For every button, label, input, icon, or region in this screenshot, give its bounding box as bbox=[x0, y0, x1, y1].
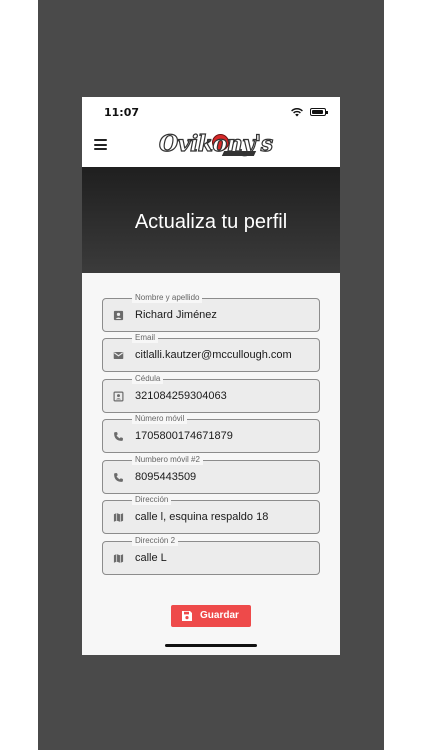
cedula-field[interactable]: Cédula bbox=[102, 374, 320, 413]
mobile-number-input[interactable] bbox=[135, 430, 317, 442]
status-icons bbox=[290, 107, 328, 117]
app-bar: Ovikony's bbox=[82, 123, 340, 167]
mobile-number-2-field-label: Numbero móvil #2 bbox=[132, 455, 203, 465]
page-title: Actualiza tu perfil bbox=[134, 211, 288, 233]
name-field-label: Nombre y apellido bbox=[132, 293, 203, 303]
address-2-input[interactable] bbox=[135, 552, 317, 564]
mail-icon bbox=[113, 352, 124, 359]
save-button-label: Guardar bbox=[200, 610, 239, 621]
phone-icon bbox=[114, 432, 123, 441]
save-button[interactable]: Guardar bbox=[171, 605, 251, 627]
profile-form: Nombre y apellido Email Cédula bbox=[82, 273, 340, 655]
status-time: 11:07 bbox=[104, 106, 140, 119]
phone-icon bbox=[114, 473, 123, 482]
address-field[interactable]: Dirección bbox=[102, 495, 320, 534]
map-icon bbox=[113, 513, 124, 522]
cedula-field-label: Cédula bbox=[132, 374, 164, 384]
name-input[interactable] bbox=[135, 309, 317, 321]
email-field-label: Email bbox=[132, 333, 159, 343]
floppy-disk-icon bbox=[182, 611, 192, 621]
address-field-label: Dirección bbox=[132, 495, 172, 505]
brand-logo: Ovikony's bbox=[157, 127, 273, 159]
status-bar: 11:07 bbox=[82, 97, 340, 123]
email-field[interactable]: Email bbox=[102, 333, 320, 372]
name-field[interactable]: Nombre y apellido bbox=[102, 293, 320, 332]
id-card-icon bbox=[113, 391, 124, 402]
mobile-number-field[interactable]: Número móvil bbox=[102, 414, 320, 453]
contact-card-icon bbox=[113, 310, 124, 321]
wifi-icon bbox=[291, 108, 303, 117]
cedula-input[interactable] bbox=[135, 390, 317, 402]
home-indicator bbox=[165, 644, 257, 647]
address-input[interactable] bbox=[135, 511, 317, 523]
logo-text: Ovikony's bbox=[158, 130, 273, 157]
address-2-field[interactable]: Dirección 2 bbox=[102, 536, 320, 575]
logo-underline bbox=[221, 151, 257, 156]
email-input[interactable] bbox=[135, 349, 317, 361]
battery-icon bbox=[310, 108, 328, 116]
address-2-field-label: Dirección 2 bbox=[132, 536, 179, 546]
phone-screen: 11:07 Ovikony's Actualiza tu perfil Nomb… bbox=[82, 97, 340, 655]
mobile-number-2-field[interactable]: Numbero móvil #2 bbox=[102, 455, 320, 494]
mobile-number-2-input[interactable] bbox=[135, 471, 317, 483]
hamburger-menu-icon[interactable] bbox=[94, 139, 107, 150]
hero-banner: Actualiza tu perfil bbox=[82, 167, 340, 273]
mobile-number-field-label: Número móvil bbox=[132, 414, 188, 424]
map-icon bbox=[113, 554, 124, 563]
